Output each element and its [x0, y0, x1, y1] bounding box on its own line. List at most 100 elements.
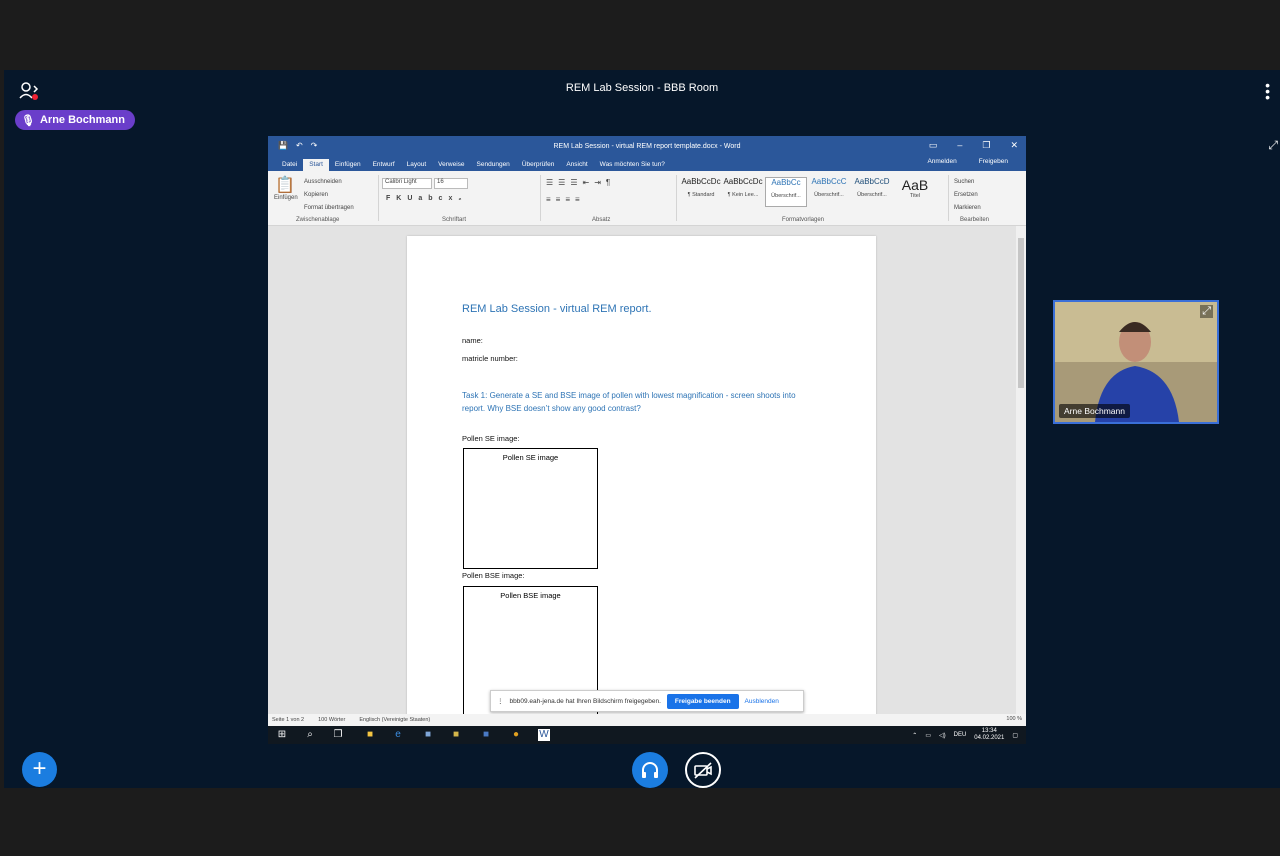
editing-group-label: Bearbeiten: [960, 217, 990, 223]
style-title[interactable]: AaB Titel: [894, 177, 936, 207]
select-button[interactable]: Markieren: [954, 202, 981, 215]
word-titlebar: 💾 ↶ ↷ REM Lab Session - virtual REM report…: [268, 136, 1026, 156]
chrome-icon[interactable]: ●: [510, 729, 522, 741]
tab-view[interactable]: Ansicht: [560, 161, 593, 171]
find-button[interactable]: Suchen: [954, 176, 981, 189]
replace-button[interactable]: Ersetzen: [954, 189, 981, 202]
minimize-icon[interactable]: –: [957, 140, 962, 151]
style-preview: AaBbCcDc: [723, 177, 763, 186]
paste-label: Einfügen: [274, 195, 298, 201]
windows-taskbar: ⊞ ⌕ ❐ ■ e ■ ■ ■ ● W ⌃ ▭ ◁) DEU 13:34 04.0…: [268, 726, 1026, 744]
undo-icon[interactable]: ↶: [296, 141, 303, 150]
tab-references[interactable]: Verweise: [432, 161, 470, 171]
doc-title: REM Lab Session - virtual REM report.: [462, 303, 652, 315]
align-buttons[interactable]: ≡≡≡≡: [546, 195, 585, 204]
style-preview: AaBbCc: [771, 178, 801, 187]
style-preview: AaBbCcD: [854, 177, 890, 186]
stop-sharing-button[interactable]: Freigabe beenden: [666, 693, 739, 709]
vertical-scrollbar[interactable]: [1016, 226, 1026, 716]
tab-review[interactable]: Überprüfen: [516, 161, 561, 171]
document-page[interactable]: REM Lab Session - virtual REM report. na…: [407, 236, 876, 716]
font-size-select[interactable]: 16: [434, 178, 468, 189]
fullscreen-icon[interactable]: ⤢: [1268, 138, 1278, 153]
tab-file[interactable]: Datei: [276, 161, 303, 171]
paste-button[interactable]: 📋 Einfügen: [274, 175, 298, 201]
screen-frame: 🎙 Arne Bochmann REM Lab Session - BBB Ro…: [0, 0, 1280, 856]
share-button[interactable]: Freigeben: [973, 158, 1014, 168]
style-label: ¶ Kein Lee...: [727, 192, 759, 198]
search-icon[interactable]: ⌕: [304, 729, 316, 741]
style-standard[interactable]: AaBbCcDc ¶ Standard: [680, 177, 722, 207]
volume-icon[interactable]: ◁): [939, 732, 946, 739]
tab-mailings[interactable]: Sendungen: [471, 161, 516, 171]
word-statusbar: Seite 1 von 2 100 Wörter Englisch (Verei…: [268, 714, 1026, 726]
clipboard-icon: 📋: [275, 177, 295, 194]
talking-indicator: 🎙 Arne Bochmann: [15, 110, 135, 130]
document-area: REM Lab Session - virtual REM report. na…: [268, 226, 1026, 716]
bbb-room: 🎙 Arne Bochmann REM Lab Session - BBB Ro…: [4, 70, 1280, 788]
options-menu-icon[interactable]: • • •: [1265, 78, 1270, 104]
save-icon[interactable]: 💾: [278, 141, 288, 150]
ribbon-options-icon[interactable]: ▭: [929, 140, 938, 151]
notification-icon[interactable]: ▢: [1012, 732, 1018, 739]
style-label: Überschrif...: [857, 192, 887, 198]
separator: [948, 175, 949, 221]
word-icon[interactable]: W: [538, 729, 550, 741]
word-count: 100 Wörter: [318, 717, 346, 723]
tab-layout[interactable]: Layout: [401, 161, 433, 171]
format-buttons[interactable]: FKUabcx₂: [386, 195, 467, 202]
task-view-icon[interactable]: ❐: [332, 729, 344, 741]
drag-handle-icon[interactable]: ⋮: [497, 697, 504, 705]
screenshare-view: 💾 ↶ ↷ REM Lab Session - virtual REM report…: [268, 136, 1026, 744]
expand-video-icon[interactable]: ⤢: [1200, 305, 1213, 318]
clock[interactable]: 13:34 04.02.2021: [974, 728, 1004, 742]
se-image-box: Pollen SE image: [463, 448, 598, 569]
cut-button[interactable]: Ausschneiden: [304, 176, 354, 189]
windows-start-icon[interactable]: ⊞: [276, 729, 288, 741]
camera-off-icon: [694, 762, 712, 779]
keyboard-language[interactable]: DEU: [954, 732, 967, 738]
window-title: REM Lab Session - virtual REM report tem…: [553, 142, 741, 150]
speaker-name: Arne Bochmann: [39, 114, 125, 126]
tray-chevron-icon[interactable]: ⌃: [912, 732, 917, 739]
redo-icon[interactable]: ↷: [311, 141, 318, 150]
audio-button[interactable]: [632, 752, 668, 788]
tab-start[interactable]: Start: [303, 159, 329, 171]
scroll-thumb[interactable]: [1018, 238, 1024, 388]
webcam-video[interactable]: ⤢ Arne Bochmann: [1053, 300, 1219, 424]
close-icon[interactable]: ✕: [1010, 140, 1018, 151]
style-label: Überschrif...: [814, 192, 844, 198]
network-icon[interactable]: ▭: [925, 732, 931, 739]
page-count: Seite 1 von 2: [272, 717, 305, 723]
webcam-username: Arne Bochmann: [1059, 404, 1130, 418]
file-explorer-icon[interactable]: ■: [364, 729, 376, 741]
video-button[interactable]: [685, 752, 721, 788]
styles-group-label: Formatvorlagen: [782, 217, 825, 223]
font-name-select[interactable]: Calibri Light: [382, 178, 432, 189]
format-painter-button[interactable]: Format übertragen: [304, 202, 354, 215]
edge-icon[interactable]: e: [392, 729, 404, 741]
app-icon[interactable]: ■: [422, 729, 434, 741]
tell-me-box[interactable]: Was möchten Sie tun?: [594, 161, 671, 171]
sign-in-link[interactable]: Anmelden: [921, 158, 962, 168]
style-heading-2[interactable]: AaBbCcC Überschrif...: [808, 177, 850, 207]
bse-caption: Pollen BSE image:: [462, 571, 525, 580]
task-1-text: Task 1: Generate a SE and BSE image of p…: [462, 391, 796, 413]
style-heading-3[interactable]: AaBbCcD Überschrif...: [851, 177, 893, 207]
copy-button[interactable]: Kopieren: [304, 189, 354, 202]
headphones-icon: [642, 762, 658, 778]
language[interactable]: Englisch (Vereinigte Staaten): [359, 717, 430, 723]
hide-notice-button[interactable]: Ausblenden: [745, 698, 779, 705]
list-buttons[interactable]: ☰☰☰⇤⇥¶: [546, 178, 615, 187]
maximize-icon[interactable]: ❐: [982, 140, 990, 151]
tab-design[interactable]: Entwurf: [367, 161, 401, 171]
app-icon[interactable]: ■: [480, 729, 492, 741]
tab-insert[interactable]: Einfügen: [329, 161, 367, 171]
style-heading-1[interactable]: AaBbCc Überschrif...: [765, 177, 807, 207]
microphone-icon: 🎙: [21, 114, 35, 127]
style-no-spacing[interactable]: AaBbCcDc ¶ Kein Lee...: [722, 177, 764, 207]
zoom-level[interactable]: 100 %: [1006, 716, 1022, 722]
app-icon[interactable]: ■: [450, 729, 462, 741]
actions-plus-button[interactable]: +: [22, 752, 57, 787]
notification-dot: [32, 94, 38, 100]
